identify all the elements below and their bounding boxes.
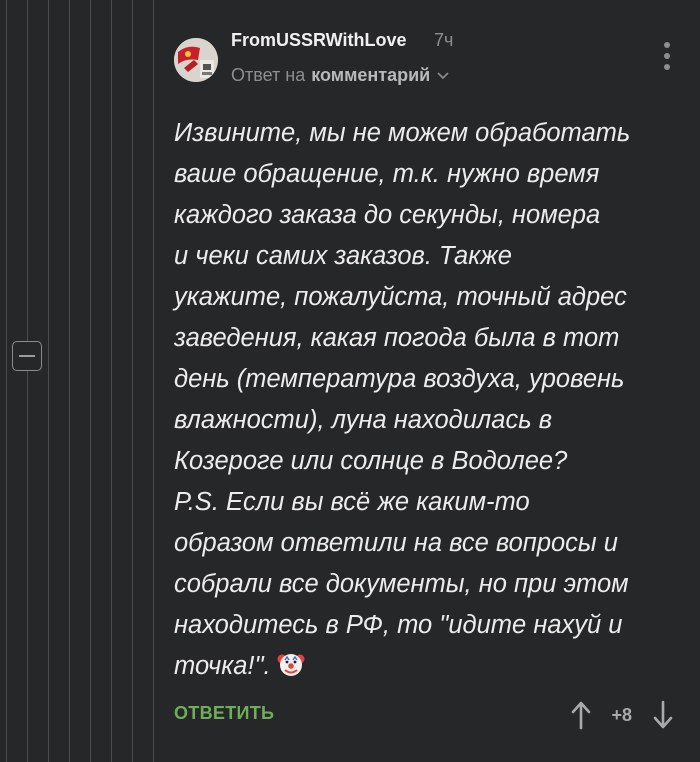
comment-body: Извините, мы не можем обработать ваше об… <box>174 113 674 687</box>
avatar[interactable] <box>174 38 218 82</box>
arrow-up-icon[interactable] <box>570 700 592 730</box>
reply-to-link[interactable]: комментарий <box>311 65 430 86</box>
avatar-image <box>174 38 218 82</box>
thread-line-6 <box>111 0 112 762</box>
thread-line-7 <box>132 0 133 762</box>
vertical-dots-icon[interactable] <box>662 42 672 70</box>
thread-line-3 <box>48 0 49 762</box>
reply-button[interactable]: ОТВЕТИТЬ <box>174 703 274 724</box>
minus-square-icon <box>19 355 35 357</box>
comment: FromUSSRWithLove 7ч Ответ на комментарий… <box>172 0 700 762</box>
reply-to: Ответ на комментарий <box>231 65 450 86</box>
reply-to-prefix: Ответ на <box>231 65 306 85</box>
comment-text: Извините, мы не можем обработать ваше об… <box>174 119 631 680</box>
rating-value: +8 <box>611 705 632 725</box>
collapse-thread-button[interactable] <box>12 341 42 371</box>
author-name[interactable]: FromUSSRWithLove <box>231 30 407 51</box>
clown-face-icon <box>277 654 305 676</box>
thread-line-4 <box>69 0 70 762</box>
thread-line-1 <box>6 0 7 762</box>
thread-line-8 <box>153 0 154 762</box>
thread-line-5 <box>90 0 91 762</box>
chevron-down-icon[interactable] <box>436 71 450 81</box>
arrow-down-icon[interactable] <box>652 700 674 730</box>
comment-time: 7ч <box>434 30 454 50</box>
thread-line-2 <box>27 0 28 762</box>
